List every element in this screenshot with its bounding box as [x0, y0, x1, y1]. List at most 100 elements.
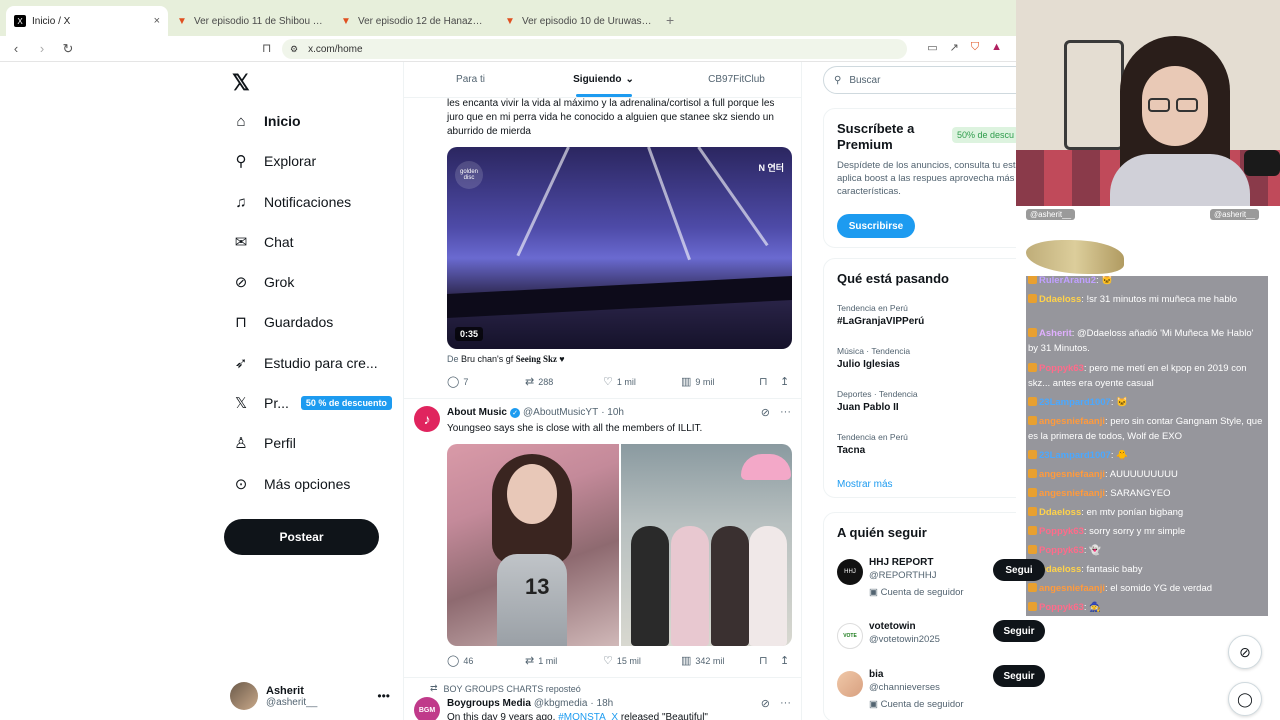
subscribe-button[interactable]: Suscribirse: [837, 214, 915, 238]
avatar[interactable]: BGM: [414, 697, 440, 720]
sidebar-item-premium[interactable]: 𝕏 Pr... 50 % de descuento: [232, 394, 392, 412]
premium-title: Suscríbete a Premium: [837, 121, 915, 152]
cast-icon[interactable]: ▭: [927, 41, 937, 54]
search-icon: ⚲: [235, 153, 247, 170]
trend-item[interactable]: Tendencia en Perú Tacna: [837, 432, 908, 456]
grok-fab[interactable]: ⊘: [1228, 635, 1262, 669]
more-icon[interactable]: •••: [377, 689, 390, 703]
search-input[interactable]: ⚲ Buscar: [823, 66, 1016, 94]
premium-description: Despídete de los anuncios, consulta tu e…: [837, 160, 1016, 197]
repost-button[interactable]: ⇄ 288: [525, 375, 553, 388]
like-button[interactable]: ♡ 15 mil: [603, 654, 641, 667]
bookmark-button[interactable]: ⊓: [759, 375, 768, 388]
hashtag-link[interactable]: #MONSTA_X: [558, 712, 618, 720]
address-bar[interactable]: ⚙ x.com/home: [282, 39, 907, 59]
close-tab-icon[interactable]: ×: [154, 15, 160, 27]
follow-button-bia[interactable]: Seguir: [993, 665, 1045, 687]
stage-light: [647, 147, 691, 261]
share-icon: ↥: [780, 376, 790, 388]
reload-icon[interactable]: ↻: [58, 41, 78, 57]
repost-note: ⇄ BOY GROUPS CHARTS reposteó: [430, 683, 581, 694]
flame-icon: ▼: [341, 15, 351, 27]
post-images[interactable]: 13: [447, 444, 792, 646]
trend-item[interactable]: Música · Tendencia Julio Iglesias: [837, 346, 910, 370]
back-icon[interactable]: ‹: [6, 41, 26, 56]
share-icon[interactable]: ↗: [950, 41, 959, 54]
sidebar-item-explorar[interactable]: ⚲ Explorar: [232, 152, 317, 170]
avatar: [230, 682, 258, 710]
messages-fab[interactable]: ◯: [1228, 682, 1262, 716]
follow-button-hhj[interactable]: Segui: [993, 559, 1045, 581]
tab-para-ti[interactable]: Para ti: [404, 62, 537, 97]
tab-siguiendo[interactable]: Siguiendo ⌄: [537, 62, 670, 97]
bookmark-page-icon[interactable]: ⊓: [262, 41, 271, 55]
head: [507, 464, 557, 524]
browser-tab-inicio[interactable]: X Inicio / X ×: [6, 6, 168, 36]
flame-icon: ▼: [505, 15, 515, 27]
views-button[interactable]: ▥ 342 mil: [681, 654, 724, 667]
divider: [404, 398, 801, 399]
follow-suggestion[interactable]: HHJ HHJ REPORT @REPORTHHJ ▣ Cuenta de se…: [837, 557, 1016, 598]
streamer: [1110, 36, 1250, 206]
sidebar-item-chat[interactable]: ✉ Chat: [232, 233, 294, 251]
forward-icon[interactable]: ›: [32, 41, 52, 56]
x-logo-icon[interactable]: 𝕏: [232, 70, 250, 96]
rewards-icon[interactable]: ▲: [991, 41, 1002, 54]
share-button[interactable]: ↥: [780, 654, 789, 667]
chat-message: Poppyk63: 👻: [1028, 543, 1266, 558]
follow-suggestion[interactable]: bia @channieverses ▣ Cuenta de seguidor: [837, 669, 1016, 710]
follow-button-votetowin[interactable]: Seguir: [993, 620, 1045, 642]
follow-suggestion[interactable]: VOTE votetowin @votetowin2025: [837, 621, 1016, 661]
chat-badge-icon: [1028, 488, 1037, 497]
golden-disc-logo: golden disc: [455, 161, 483, 189]
show-more-link[interactable]: Mostrar más: [837, 479, 893, 490]
site-settings-icon[interactable]: ⚙: [290, 44, 298, 55]
chat-message: RulerAranu2: 🐱: [1028, 276, 1266, 288]
repost-button[interactable]: ⇄ 1 mil: [525, 654, 557, 667]
avatar: HHJ: [837, 559, 863, 585]
grok-icon[interactable]: ⊘: [761, 406, 770, 419]
sidebar-item-grok[interactable]: ⊘ Grok: [232, 273, 295, 291]
sidebar-item-inicio[interactable]: ⌂ Inicio: [232, 112, 300, 130]
brave-shield-icon[interactable]: ⛉: [971, 41, 979, 54]
post-text: Youngseo says she is close with all the …: [447, 423, 703, 434]
browser-tab-episode-12[interactable]: ▼ Ver episodio 12 de Hanazakari no Ki: [332, 6, 496, 36]
bookmark-button[interactable]: ⊓: [759, 654, 768, 667]
post-image-1[interactable]: 13: [447, 444, 619, 646]
sidebar-item-mas-opciones[interactable]: ⊙ Más opciones: [232, 475, 351, 493]
grok-icon[interactable]: ⊘: [761, 697, 770, 710]
post-image-2[interactable]: [620, 444, 792, 646]
post-video[interactable]: golden disc N 연터 0:35: [447, 147, 792, 349]
chat-badge-icon: [1028, 450, 1037, 459]
sidebar-item-perfil[interactable]: ♙ Perfil: [232, 434, 296, 452]
browser-tab-episode-11[interactable]: ▼ Ver episodio 11 de Shibou Yuugi de: [168, 6, 332, 36]
avatar[interactable]: ♪: [414, 406, 440, 432]
share-button[interactable]: ↥: [780, 375, 789, 388]
microphone: [1244, 150, 1280, 176]
jersey-number: 13: [525, 574, 550, 599]
more-icon[interactable]: ···: [780, 697, 791, 710]
reply-button[interactable]: ◯ 46: [447, 654, 473, 667]
glasses: [1176, 98, 1198, 112]
browser-tab-episode-10[interactable]: ▼ Ver episodio 10 de Uruwashi no Yoi r: [496, 6, 660, 36]
sidebar-item-guardados[interactable]: ⊓ Guardados: [232, 313, 333, 331]
sidebar-item-notificaciones[interactable]: ♫ Notificaciones: [232, 193, 351, 211]
post-tools: ⊘ ···: [761, 406, 791, 419]
chat-message: 23Lampard1007: 🐱: [1028, 395, 1266, 410]
views-button[interactable]: ▥ 9 mil: [681, 375, 714, 388]
timeline-tabs: Para ti Siguiendo ⌄ CB97FitClub: [404, 62, 801, 98]
reply-button[interactable]: ◯ 7: [447, 375, 468, 388]
screen: X Inicio / X × ▼ Ver episodio 11 de Shib…: [0, 0, 1280, 720]
more-icon[interactable]: ···: [780, 406, 791, 419]
follow-title: A quién seguir: [837, 525, 927, 540]
tab-cb97fitclub[interactable]: CB97FitClub: [670, 62, 801, 97]
trend-item[interactable]: Tendencia en Perú #LaGranjaVIPPerú: [837, 303, 924, 327]
video-duration: 0:35: [455, 327, 484, 341]
sidebar-item-estudio[interactable]: ➶ Estudio para cre...: [232, 354, 378, 372]
trend-item[interactable]: Deportes · Tendencia Juan Pablo II: [837, 389, 918, 413]
post-button[interactable]: Postear: [224, 519, 379, 555]
social-tag: @asherit__: [1026, 209, 1076, 220]
like-button[interactable]: ♡ 1 mil: [603, 375, 636, 388]
new-tab-button[interactable]: +: [660, 12, 680, 36]
account-switcher[interactable]: Asherit @asherit__ •••: [230, 679, 390, 713]
